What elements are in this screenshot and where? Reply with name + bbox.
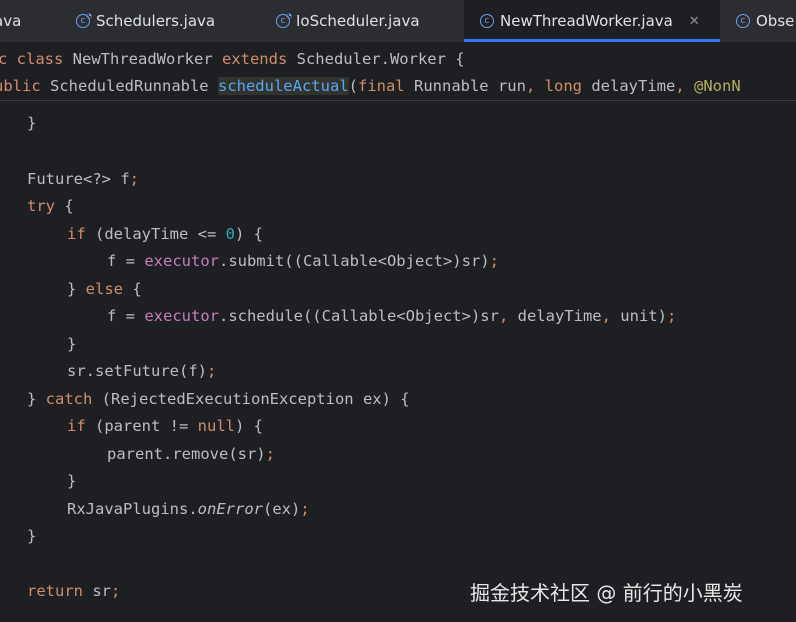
code-line: } else { xyxy=(67,280,142,298)
code-line: } xyxy=(67,472,77,490)
watermark: 掘金技术社区 @ 前行的小黑炭 xyxy=(470,581,743,605)
code-line: sr.setFuture(f); xyxy=(67,362,217,380)
code-line: return sr; xyxy=(27,582,121,600)
tab-schedulers[interactable]: c ◔ Schedulers.java xyxy=(76,0,215,42)
code-line: Future<?> f; xyxy=(27,170,139,188)
tab-newthreadworker[interactable]: c NewThreadWorker.java ✕ xyxy=(464,0,720,42)
code-line: parent.remove(sr); xyxy=(107,445,275,463)
code-line: } xyxy=(27,114,37,132)
tab-label: Obse xyxy=(756,12,795,30)
code-line: f = executor.schedule((Callable<Object>)… xyxy=(107,307,677,325)
class-icon: c ◔ xyxy=(276,12,292,28)
code-line: f = executor.submit((Callable<Object>)sr… xyxy=(107,252,499,270)
editor-tab-bar: ava c◔ Schedulers.java c◔ IoScheduler.ja… xyxy=(0,0,796,43)
tab-observable[interactable]: c Obse xyxy=(736,0,794,42)
tab-label: Schedulers.java xyxy=(96,12,216,30)
code-line: } catch (RejectedExecutionException ex) … xyxy=(27,390,410,408)
code-line: if (delayTime <= 0) { xyxy=(67,225,263,243)
code-line: } xyxy=(27,527,37,545)
sticky-method-line: ublic ScheduledRunnable scheduleActual(f… xyxy=(0,77,741,95)
class-icon: c ◔ xyxy=(76,12,92,28)
code-line: } xyxy=(67,335,77,353)
close-icon[interactable]: ✕ xyxy=(689,14,700,29)
sticky-scroll-header[interactable]: c class NewThreadWorker extends Schedule… xyxy=(0,44,796,101)
sticky-class-line: c class NewThreadWorker extends Schedule… xyxy=(0,50,465,68)
code-line: try { xyxy=(27,197,74,215)
code-line: RxJavaPlugins.onError(ex); xyxy=(67,500,310,518)
tab-ioscheduler[interactable]: c ◔ IoScheduler.java xyxy=(276,0,420,42)
class-icon: c xyxy=(736,14,750,28)
tab-label: NewThreadWorker.java xyxy=(500,12,673,30)
code-line: if (parent != null) { xyxy=(67,417,263,435)
tab-java-file[interactable]: ava xyxy=(0,0,21,42)
tab-label: IoScheduler.java xyxy=(296,12,420,30)
tab-label: ava xyxy=(0,12,22,30)
class-icon: c xyxy=(480,14,494,28)
